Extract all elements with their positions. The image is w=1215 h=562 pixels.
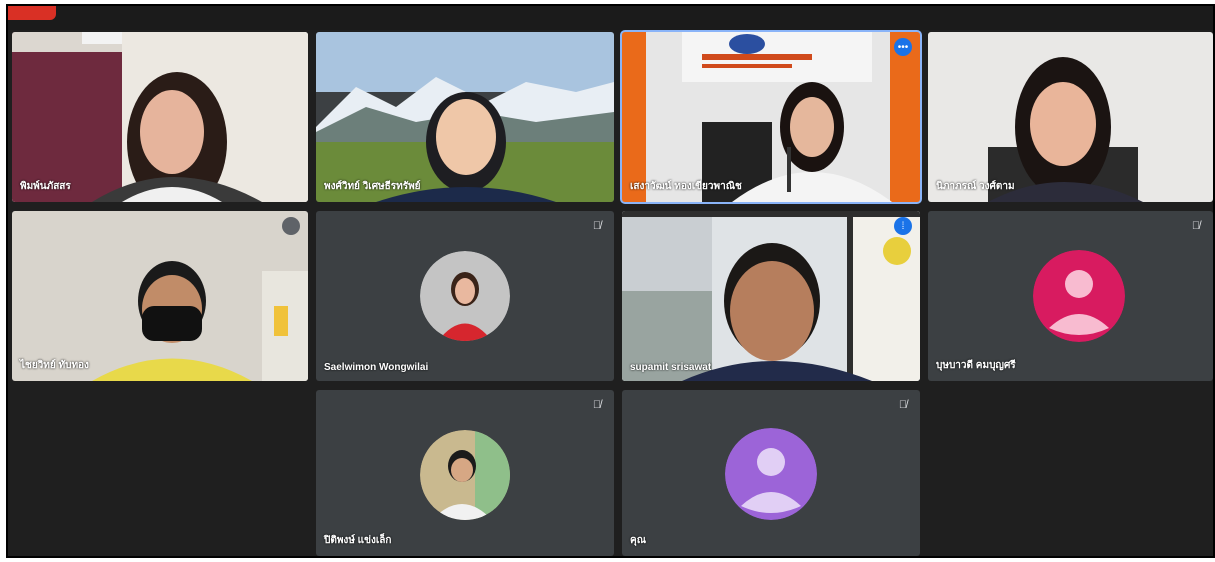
participant-name: พิมพ์นภัสสร (20, 181, 71, 192)
participant-name: พงศ์วิทย์ วิเศษธีรทรัพย์ (324, 181, 421, 192)
status-dot-icon (282, 217, 300, 235)
participant-video-2 (316, 32, 614, 202)
participant-avatar (725, 428, 817, 520)
record-indicator (8, 6, 56, 20)
participant-tile-2[interactable]: พงศ์วิทย์ วิเศษธีรทรัพย์ (316, 32, 614, 202)
participant-name: นิภาภรณ์ วงศ์ตาม (936, 181, 1015, 192)
participant-tile-10[interactable]: 🎙̸ คุณ (622, 390, 920, 556)
participant-name: Saelwimon Wongwilai (324, 362, 429, 373)
participant-tile-5[interactable]: ไชยวิทย์ ทับทอง (12, 211, 308, 381)
participant-avatar (420, 430, 510, 520)
mic-off-icon: 🎙̸ (592, 399, 602, 411)
participant-name: supamit srisawat (630, 362, 712, 373)
participant-name: เสงาวัฒน์ ทองเขียวพาณิช (630, 181, 742, 192)
participant-name: ไชยวิทย์ ทับทอง (20, 360, 89, 371)
participant-name: คุณ (630, 535, 646, 546)
participant-tile-8[interactable]: 🎙̸ บุษบาวดี คมบุญศรี (928, 211, 1213, 381)
empty-grid-space (12, 390, 308, 556)
participant-video-5 (12, 211, 308, 381)
participant-video-3 (622, 32, 920, 202)
top-bar (8, 6, 1213, 30)
participant-video-4 (928, 32, 1213, 202)
participant-name: ปิติพงษ์ แข่งเล็ก (324, 535, 392, 546)
meeting-window: พิมพ์นภัสสร พงศ์วิทย์ วิเศษธีรทรัพย์ •••… (6, 4, 1215, 558)
participant-name: บุษบาวดี คมบุญศรี (936, 360, 1016, 371)
participant-tile-4[interactable]: นิภาภรณ์ วงศ์ตาม (928, 32, 1213, 202)
mic-off-icon: 🎙̸ (1191, 220, 1201, 232)
mic-off-icon: 🎙̸ (592, 220, 602, 232)
speaking-icon: ⁞ (894, 217, 912, 235)
empty-grid-space (928, 390, 1213, 556)
more-options-icon[interactable]: ••• (894, 38, 912, 56)
participant-avatar (420, 251, 510, 341)
participant-video-7 (622, 211, 920, 381)
participant-tile-3[interactable]: ••• เสงาวัฒน์ ทองเขียวพาณิช (620, 30, 922, 204)
participant-video-1 (12, 32, 308, 202)
mic-off-icon: 🎙̸ (898, 399, 908, 411)
participant-avatar (1033, 250, 1125, 342)
participant-tile-1[interactable]: พิมพ์นภัสสร (12, 32, 308, 202)
participant-tile-6[interactable]: 🎙̸ Saelwimon Wongwilai (316, 211, 614, 381)
participant-tile-7[interactable]: ⁞ supamit srisawat (622, 211, 920, 381)
participant-tile-9[interactable]: 🎙̸ ปิติพงษ์ แข่งเล็ก (316, 390, 614, 556)
